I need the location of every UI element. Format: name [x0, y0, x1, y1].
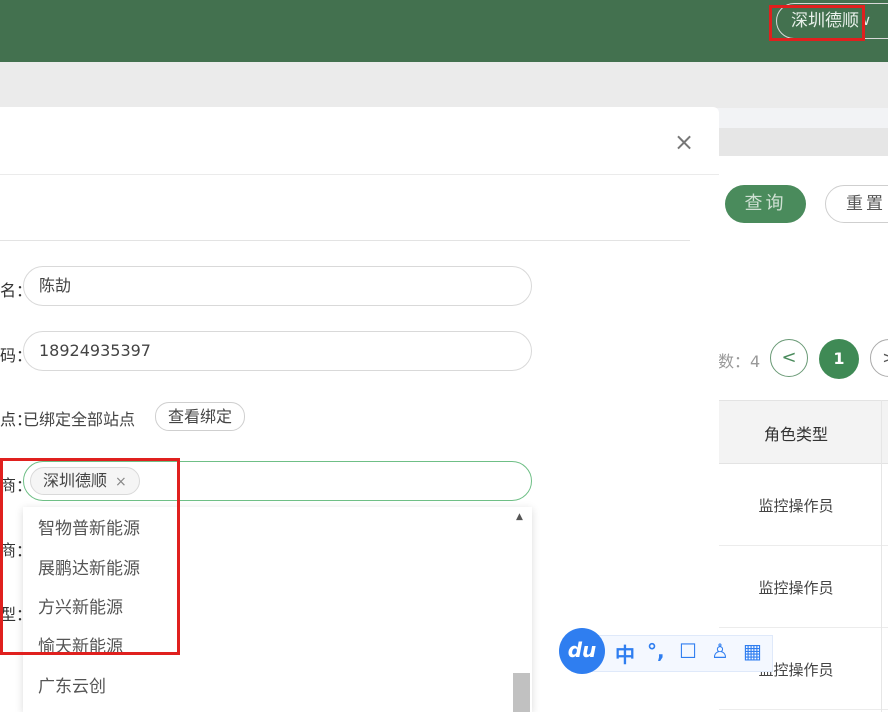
table-row[interactable]: 监控操作员 [718, 464, 888, 546]
selected-company-tag-label: 深圳德顺 [43, 471, 108, 490]
ime-keyboard-icon[interactable]: ☐ [679, 639, 697, 663]
table-cell-role: 监控操作员 [758, 579, 834, 597]
background-strip [718, 128, 888, 156]
company-selector[interactable]: 深圳德顺 ∨ [776, 3, 888, 39]
ime-user-icon[interactable]: ♙ [711, 639, 729, 663]
view-binding-button[interactable]: 查看绑定 [155, 402, 245, 431]
page-1-button[interactable]: 1 [819, 339, 859, 379]
tag-remove-icon[interactable]: × [115, 474, 127, 490]
name-field[interactable]: 陈劼 [23, 266, 532, 306]
table-row[interactable]: 监控操作员 [718, 546, 888, 628]
chevron-down-icon: ∨ [861, 13, 872, 29]
reset-button[interactable]: 重置 [825, 185, 888, 223]
company-selector-label: 深圳德顺 [791, 11, 859, 31]
dropdown-option[interactable]: 广东云创 [38, 672, 106, 697]
query-button[interactable]: 查询 [725, 185, 806, 223]
ime-punctuation-icon[interactable]: °, [647, 639, 665, 663]
scroll-up-arrow-icon[interactable]: ▲ [516, 512, 523, 522]
prev-page-button[interactable]: < [770, 339, 808, 377]
column-header-role-type: 角色类型 [763, 425, 828, 444]
modal-header-divider [0, 174, 719, 175]
subheader-bar [0, 62, 888, 108]
dropdown-option[interactable]: 方兴新能源 [38, 593, 123, 618]
ime-menu-grid-icon[interactable]: ▦ [743, 639, 762, 663]
dropdown-option[interactable]: 智物普新能源 [38, 514, 140, 539]
ime-logo-icon[interactable]: du [559, 628, 605, 674]
total-count: 数：4 [718, 352, 761, 371]
close-icon[interactable]: × [674, 130, 694, 154]
phone-field[interactable]: 18924935397 [23, 331, 532, 371]
ime-chinese-mode-icon[interactable]: 中 [615, 639, 635, 668]
station-binding-status: 已绑定全部站点 [23, 410, 136, 429]
table-cell-role: 监控操作员 [758, 497, 834, 515]
dropdown-option[interactable]: 展鹏达新能源 [38, 554, 140, 579]
scrollbar-thumb[interactable] [513, 673, 530, 712]
company-dropdown-list: 智物普新能源 展鹏达新能源 方兴新能源 愉天新能源 广东云创 [23, 507, 532, 712]
column-divider [881, 400, 882, 712]
top-header [0, 0, 888, 62]
selected-company-tag: 深圳德顺 × [30, 467, 140, 495]
modal-section-divider [0, 240, 690, 241]
dropdown-option[interactable]: 愉天新能源 [38, 632, 123, 657]
